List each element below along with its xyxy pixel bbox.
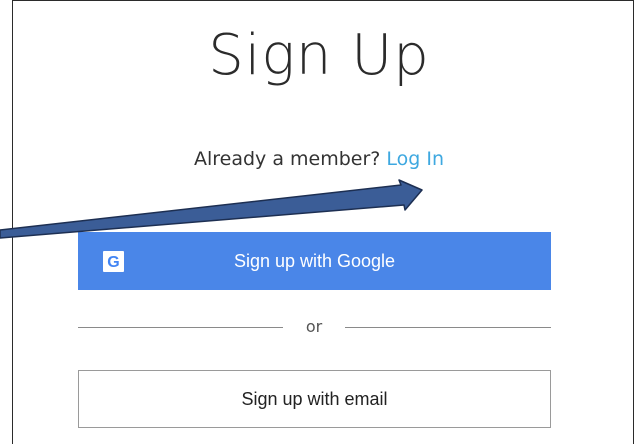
divider-line-right bbox=[345, 327, 551, 328]
email-button-label: Sign up with email bbox=[241, 389, 388, 409]
login-link[interactable]: Log In bbox=[386, 148, 444, 170]
divider-or-text: or bbox=[305, 317, 323, 336]
divider-line-left bbox=[78, 327, 283, 328]
member-prompt-text: Already a member? bbox=[193, 148, 381, 170]
page-title: Sign Up bbox=[208, 23, 430, 88]
signup-screen: Sign Up Already a member? Log In G Sign … bbox=[0, 0, 638, 444]
member-prompt-line: Already a member? Log In bbox=[0, 146, 638, 172]
signup-email-button[interactable]: Sign up with email bbox=[78, 370, 551, 428]
google-button-label: Sign up with Google bbox=[233, 251, 396, 271]
signup-google-button[interactable]: G Sign up with Google bbox=[78, 232, 551, 290]
